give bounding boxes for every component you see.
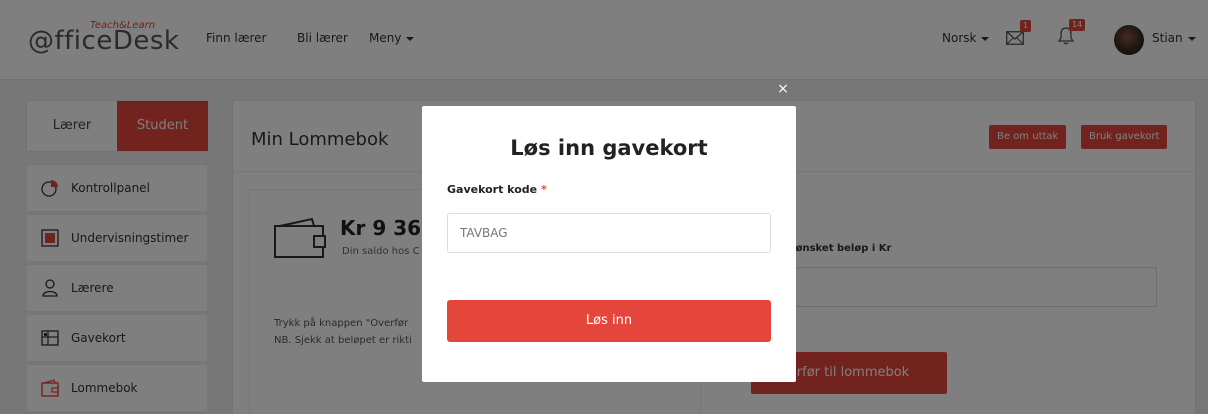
modal-title: Løs inn gavekort: [510, 136, 708, 160]
giftcard-code-label: Gavekort kode *: [447, 183, 547, 196]
required-marker: *: [540, 183, 547, 196]
redeem-giftcard-modal: Løs inn gavekort Gavekort kode * Løs inn: [422, 106, 796, 382]
redeem-button[interactable]: Løs inn: [447, 300, 771, 342]
giftcard-code-input[interactable]: [447, 213, 771, 253]
close-icon[interactable]: ×: [776, 82, 790, 96]
giftcard-code-label-text: Gavekort kode: [447, 183, 538, 196]
